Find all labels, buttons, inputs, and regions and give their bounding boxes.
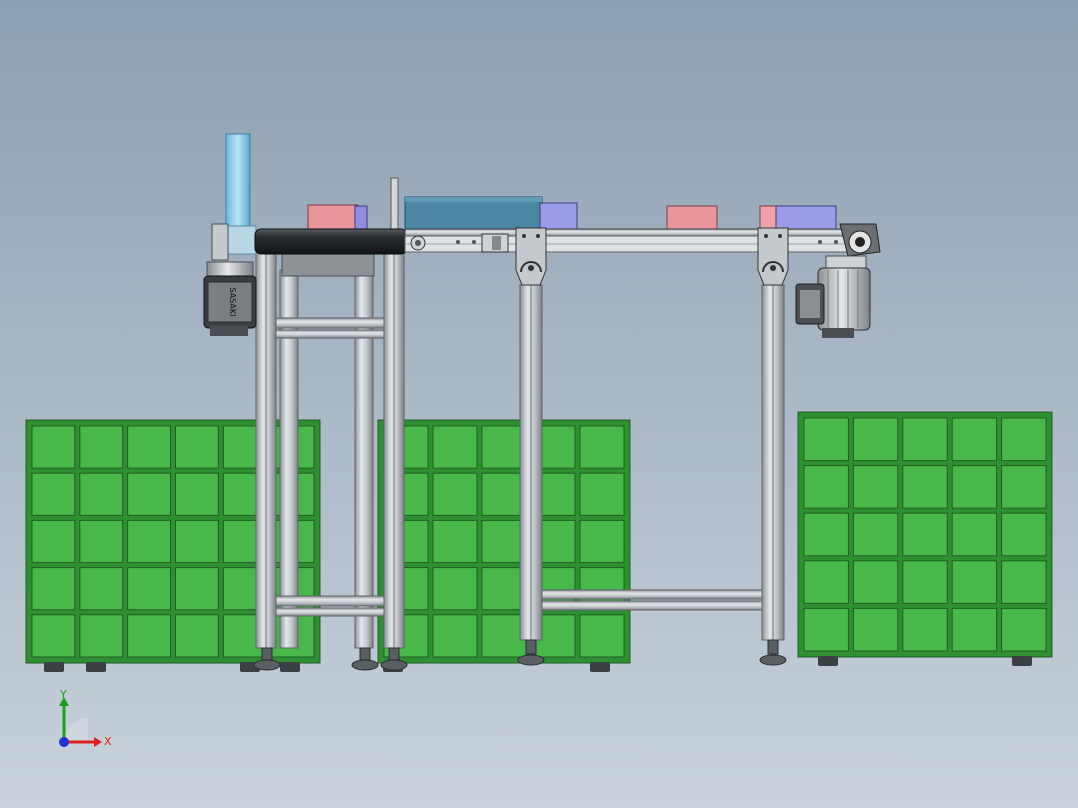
crate-cell [951, 512, 998, 557]
frame-crossbeam [275, 317, 385, 329]
crate-cell [79, 519, 124, 564]
crate-cell [127, 472, 171, 516]
frame-crossbeam [275, 329, 385, 339]
frame-crossbeam [541, 600, 763, 611]
crate-cell [31, 519, 76, 564]
product-box[interactable] [775, 205, 837, 230]
crate-cell [31, 472, 76, 516]
product-box[interactable] [666, 205, 718, 230]
crate-cell [1001, 607, 1047, 652]
crate-cell [175, 519, 219, 564]
crate-cell [432, 614, 478, 658]
crate-cell [902, 607, 948, 652]
belt-top-rail [404, 228, 863, 237]
product-box[interactable] [354, 205, 368, 230]
crate-cell [902, 465, 948, 509]
crate-cell [127, 425, 171, 469]
crate-cell [175, 567, 219, 611]
crate-cell [852, 512, 899, 557]
crate-cell [481, 472, 527, 516]
crate-cell [852, 560, 899, 604]
crate-cell [579, 472, 625, 516]
crate-cell [803, 607, 849, 652]
crate-cell [481, 425, 527, 469]
crate-cell [852, 607, 899, 652]
guide-rail [390, 177, 399, 231]
crate-cell [31, 425, 76, 469]
crate-cell [31, 567, 76, 611]
crate-cell [79, 614, 124, 658]
crate-cell [1001, 560, 1047, 604]
crate-cell [951, 465, 998, 509]
crate-cell [175, 472, 219, 516]
crate-cell [951, 607, 998, 652]
crate-cell [1001, 512, 1047, 557]
leg-bracket [515, 227, 547, 286]
crate-cell [127, 614, 171, 658]
crate-cell [127, 519, 171, 564]
crate-cell [1001, 417, 1047, 462]
crate-cell [803, 417, 849, 462]
crate-cell [432, 472, 478, 516]
y-axis-label: Y [59, 688, 67, 701]
crate-cell [1001, 465, 1047, 509]
x-axis-label: X [104, 735, 112, 748]
crate-cell [852, 417, 899, 462]
leg-bracket [757, 227, 789, 286]
pneumatic-cylinder[interactable] [225, 133, 251, 235]
crate-cell [579, 519, 625, 564]
crate-cell [175, 614, 219, 658]
crate-cell [432, 519, 478, 564]
frame-crossbeam [541, 589, 763, 600]
crate-cell [481, 614, 527, 658]
crate-cell [902, 560, 948, 604]
crate-right[interactable] [797, 411, 1053, 658]
crate-cell [481, 567, 527, 611]
crate-cell [902, 417, 948, 462]
drive-roller[interactable] [254, 228, 408, 255]
crate-cell [175, 425, 219, 469]
crate-cell [79, 472, 124, 516]
motor-badge: SASAKI [228, 287, 237, 316]
crate-cell [31, 614, 76, 658]
crate-cell [481, 519, 527, 564]
crate-cell [432, 567, 478, 611]
product-box[interactable] [307, 204, 359, 230]
frame-crossbeam [275, 607, 385, 617]
z-axis-dot [59, 737, 69, 747]
crate-cell [951, 417, 998, 462]
crate-cell [79, 567, 124, 611]
crate-cell [579, 614, 625, 658]
crate-middle[interactable] [377, 419, 631, 664]
product-box[interactable] [539, 202, 578, 230]
crate-cell [79, 425, 124, 469]
crate-cell [951, 560, 998, 604]
crate-cell [432, 425, 478, 469]
roller-support-block [281, 253, 375, 277]
crate-cell [902, 512, 948, 557]
cad-viewport[interactable]: SASAKI Y X [0, 0, 1078, 808]
frame-crossbeam [275, 595, 385, 607]
crate-cell [803, 512, 849, 557]
crate-cell [803, 465, 849, 509]
crate-cell [852, 465, 899, 509]
crate-cell [579, 425, 625, 469]
crate-cell [127, 567, 171, 611]
crate-cell [803, 560, 849, 604]
